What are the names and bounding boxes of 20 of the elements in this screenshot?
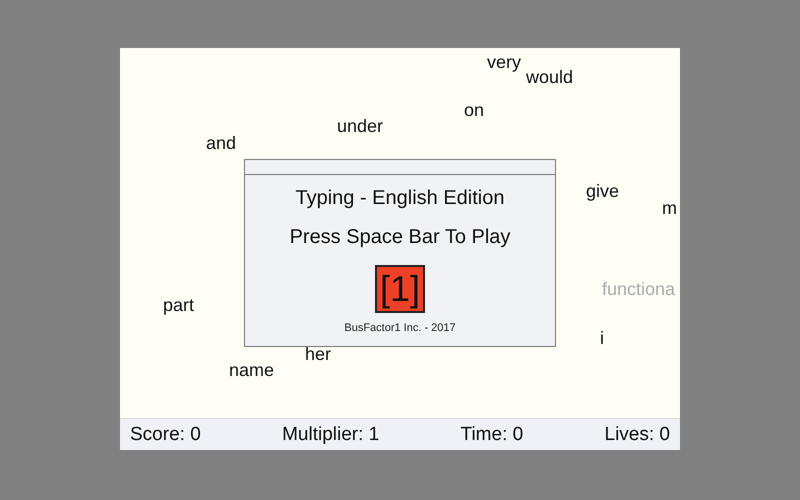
- falling-word: part: [163, 294, 194, 316]
- falling-word: on: [464, 99, 484, 121]
- falling-word: and: [206, 132, 236, 154]
- credit-text: BusFactor1 Inc. - 2017: [344, 322, 456, 334]
- status-value: Score: 0: [130, 424, 201, 446]
- falling-word: her: [305, 343, 332, 365]
- play-prompt: Press Space Bar To Play: [290, 226, 510, 249]
- falling-word: very: [487, 51, 522, 73]
- status-value: Lives: 0: [604, 424, 670, 446]
- status-value: Multiplier: 1: [282, 424, 380, 446]
- falling-word: m: [662, 197, 677, 219]
- falling-word: functiona: [602, 278, 676, 300]
- falling-word: name: [229, 359, 274, 381]
- falling-word: give: [586, 180, 620, 202]
- falling-word: i: [600, 327, 604, 349]
- game-title: Typing - English Edition: [295, 187, 504, 210]
- falling-word: under: [337, 115, 384, 137]
- level-key[interactable]: [1]: [375, 265, 425, 313]
- falling-word: would: [526, 66, 574, 88]
- status-value: Time: 0: [460, 424, 524, 446]
